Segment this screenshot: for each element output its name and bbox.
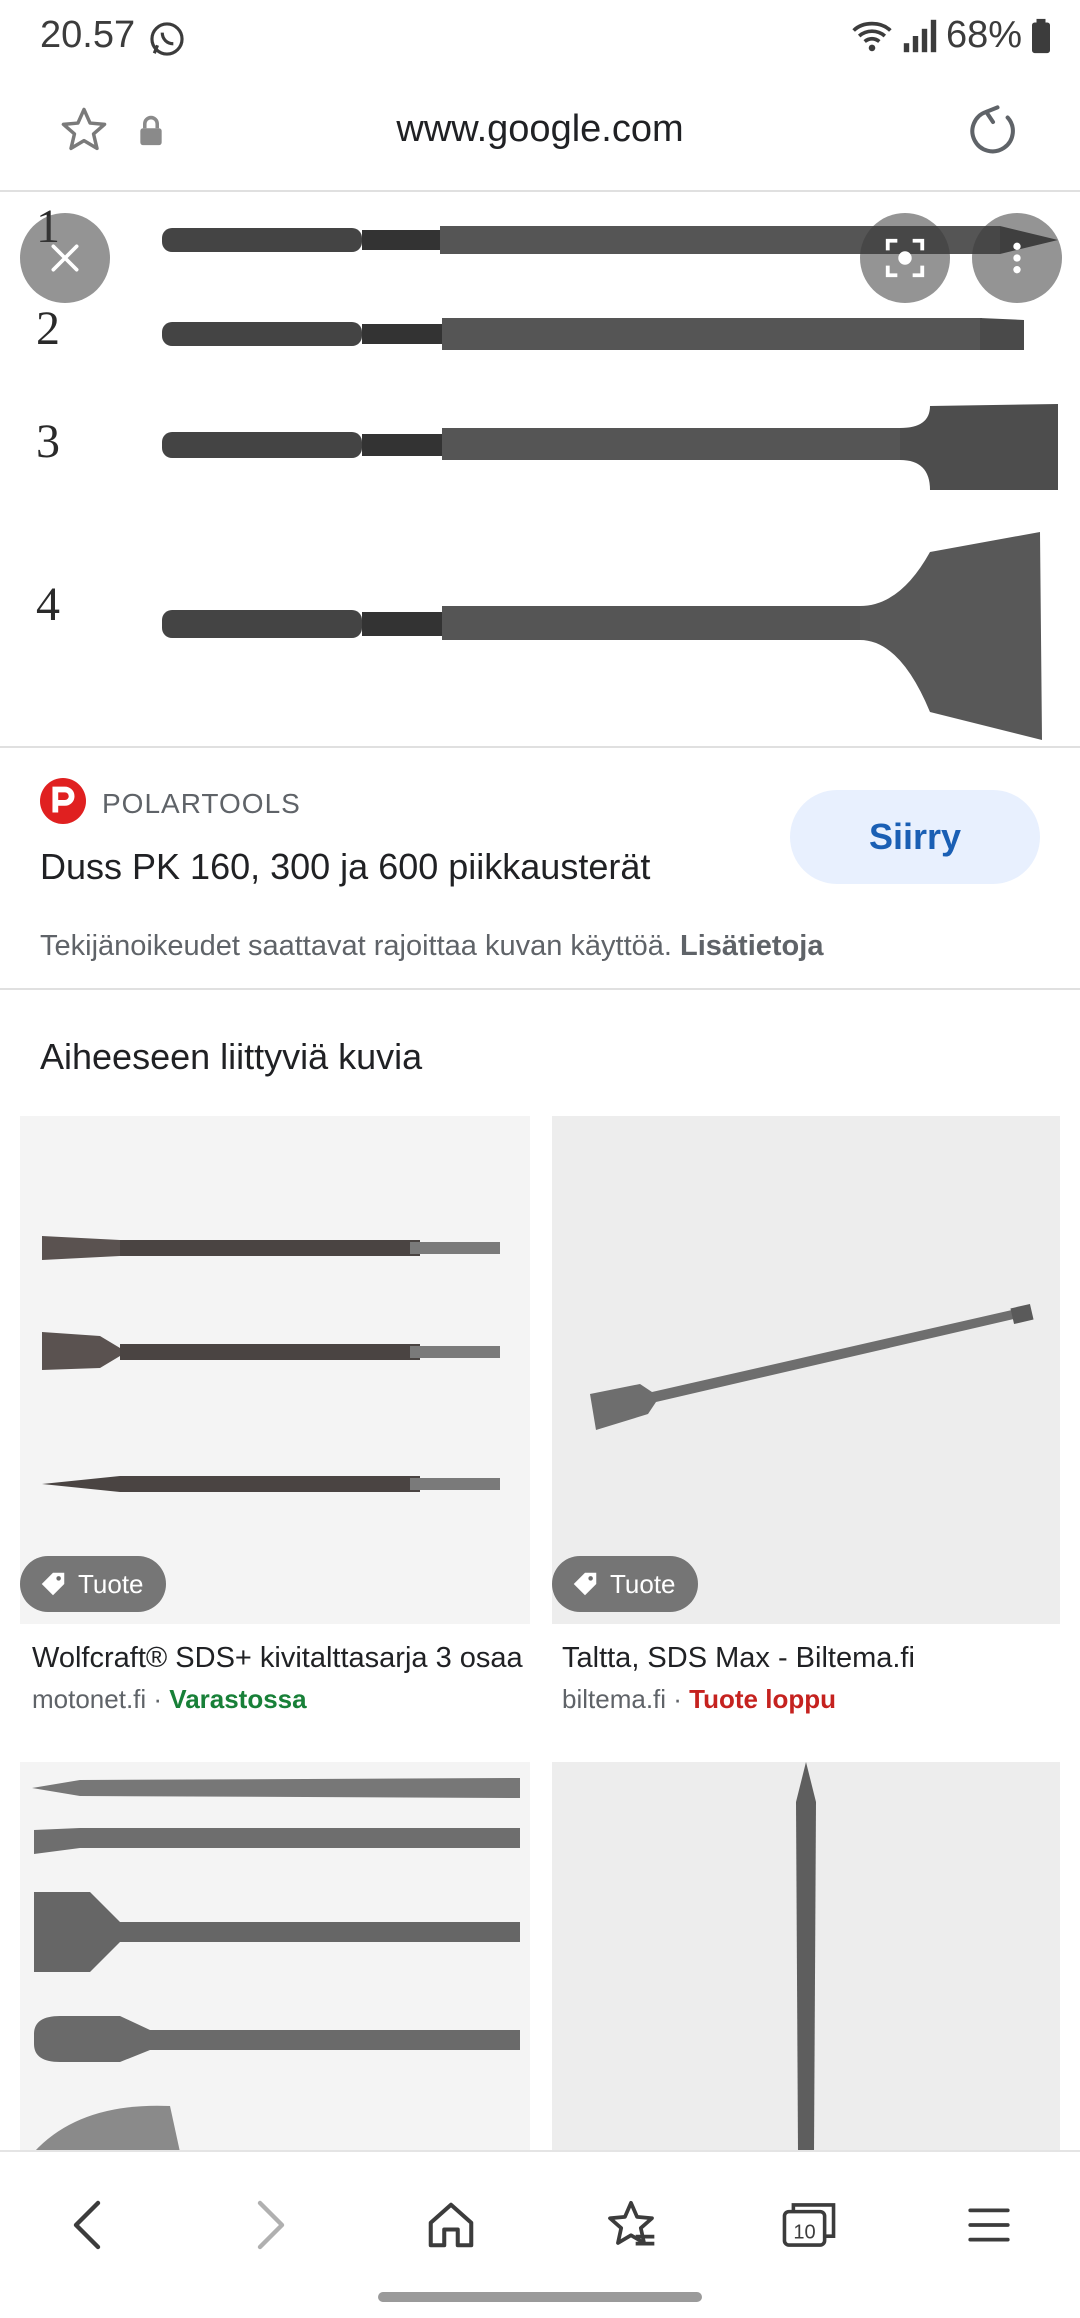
home-indicator[interactable] [378,2292,702,2302]
bookmarks-icon [608,2200,655,2246]
menu-icon [968,2208,1010,2242]
product-badge: Tuote [20,1556,166,1612]
home-icon [428,2202,474,2248]
status-time: 20.57 [40,14,136,56]
related-item-title-1[interactable]: Wolfcraft® SDS+ kivitalttasarja 3 osaa [32,1642,552,1675]
battery-icon [1032,18,1050,53]
copyright-text: Tekijänoikeudet saattavat rajoittaa kuva… [40,930,672,962]
lens-button[interactable] [860,213,950,303]
related-image-4[interactable] [552,1762,1060,2152]
reload-icon[interactable] [966,104,1020,158]
more-options-button[interactable] [972,213,1062,303]
copyright-notice: Tekijänoikeudet saattavat rajoittaa kuva… [40,930,823,963]
related-item-meta-2: biltema.fi · Tuote loppu [562,1684,836,1715]
menu-button[interactable] [954,2190,1024,2260]
hero-label-3: 3 [36,415,60,468]
badge-label: Tuote [78,1568,144,1599]
meta-separator: · [146,1684,170,1714]
tabs-button[interactable]: 10 [774,2190,844,2260]
go-to-site-button[interactable]: Siirry [790,790,1040,884]
tabs-icon: 10 [782,2203,836,2247]
item-domain: biltema.fi [562,1684,667,1714]
result-title[interactable]: Duss PK 160, 300 ja 600 piikkausterät [40,846,650,888]
svg-text:10: 10 [793,2221,815,2243]
more-info-link[interactable]: Lisätietoja [680,930,823,962]
hero-label-2: 2 [36,302,60,355]
hero-label-4: 4 [36,578,60,631]
divider [0,988,1080,990]
stock-status: Varastossa [169,1684,307,1714]
related-item-title-2[interactable]: Taltta, SDS Max - Biltema.fi [562,1642,1080,1675]
back-icon [73,2200,101,2250]
url-display[interactable]: www.google.com [0,108,1080,151]
badge-label: Tuote [610,1568,676,1599]
related-image-3[interactable] [20,1762,530,2152]
home-button[interactable] [416,2190,486,2260]
battery-percent: 68% [945,14,1022,56]
back-button[interactable] [52,2190,122,2260]
signal-icon [903,19,937,52]
source-logo-icon [40,778,86,824]
wifi-icon [852,21,892,51]
item-domain: motonet.fi [32,1684,147,1714]
related-image-2[interactable] [552,1116,1060,1624]
lens-icon [885,238,925,278]
tag-icon [573,1572,597,1596]
stock-status: Tuote loppu [689,1684,836,1714]
related-images-heading: Aiheeseen liittyviä kuvia [40,1036,423,1077]
whatsapp-icon [150,22,184,56]
close-button[interactable] [20,213,110,303]
forward-icon [257,2200,285,2250]
related-item-meta-1: motonet.fi · Varastossa [32,1684,307,1715]
status-icons: 68% [850,14,1052,57]
source-name[interactable]: POLARTOOLS [102,788,301,820]
product-badge: Tuote [552,1556,698,1612]
related-image-1[interactable] [20,1116,530,1624]
close-icon [51,244,79,272]
forward-button[interactable] [236,2190,306,2260]
meta-separator: · [666,1684,690,1714]
bookmarks-button[interactable] [596,2190,666,2260]
more-vert-icon [1013,242,1021,274]
tag-icon [41,1572,65,1596]
